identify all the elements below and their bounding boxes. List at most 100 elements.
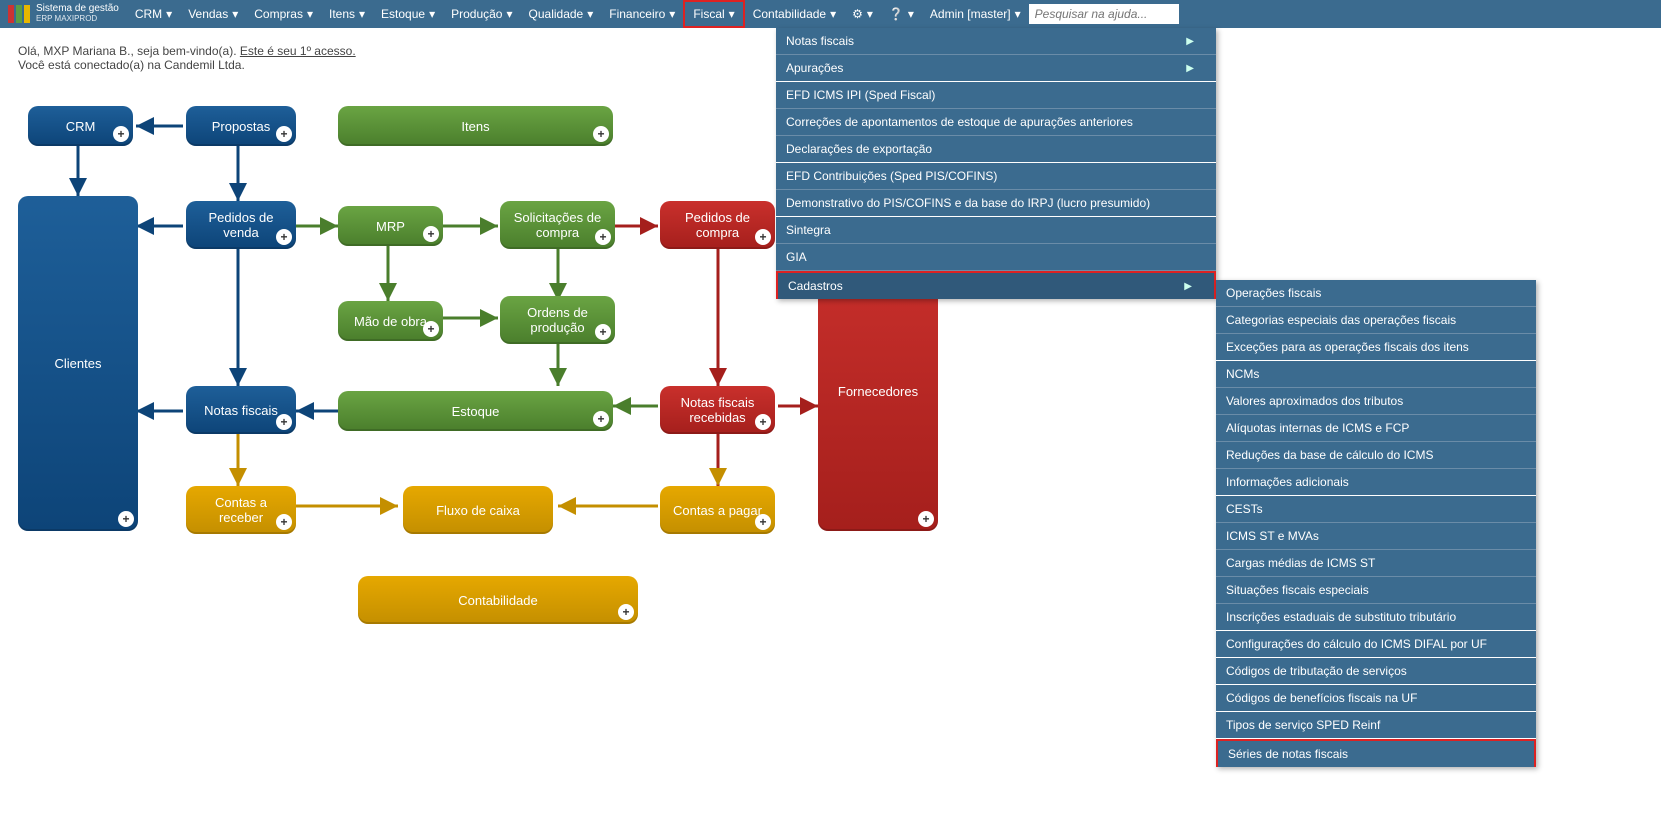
node-ordens-producao[interactable]: Ordens de produção+ bbox=[500, 296, 615, 344]
fiscal-menu-declaracoes[interactable]: Declarações de exportação bbox=[776, 136, 1216, 163]
caret-down-icon: ▾ bbox=[506, 7, 512, 21]
menu-admin[interactable]: Admin [master]▾ bbox=[922, 0, 1029, 28]
plus-icon[interactable]: + bbox=[276, 229, 292, 245]
cadastros-dropdown: Operações fiscais Categorias especiais d… bbox=[1216, 280, 1536, 767]
help-search-input[interactable] bbox=[1029, 4, 1179, 24]
plus-icon[interactable]: + bbox=[276, 414, 292, 430]
cad-inscricoes-estaduais[interactable]: Inscrições estaduais de substituto tribu… bbox=[1216, 604, 1536, 631]
plus-icon[interactable]: + bbox=[918, 511, 934, 527]
menu-settings[interactable]: ⚙▾ bbox=[844, 0, 881, 28]
node-mao-obra[interactable]: Mão de obra+ bbox=[338, 301, 443, 341]
caret-down-icon: ▾ bbox=[1015, 7, 1021, 21]
fiscal-menu-efd-icms[interactable]: EFD ICMS IPI (Sped Fiscal) bbox=[776, 82, 1216, 109]
menu-contabilidade[interactable]: Contabilidade▾ bbox=[745, 0, 844, 28]
node-estoque[interactable]: Estoque+ bbox=[338, 391, 613, 431]
plus-icon[interactable]: + bbox=[593, 126, 609, 142]
cad-cod-beneficios[interactable]: Códigos de benefícios fiscais na UF bbox=[1216, 685, 1536, 712]
help-icon: ❔ bbox=[889, 7, 904, 21]
node-notas-fiscais[interactable]: Notas fiscais+ bbox=[186, 386, 296, 434]
node-crm[interactable]: CRM+ bbox=[28, 106, 133, 146]
menu-help[interactable]: ❔▾ bbox=[881, 0, 922, 28]
cad-cod-tributacao[interactable]: Códigos de tributação de serviços bbox=[1216, 658, 1536, 685]
node-contas-pagar[interactable]: Contas a pagar+ bbox=[660, 486, 775, 534]
fiscal-menu-gia[interactable]: GIA bbox=[776, 244, 1216, 271]
plus-icon[interactable]: + bbox=[593, 411, 609, 427]
chevron-right-icon: ▶ bbox=[1186, 36, 1194, 47]
cad-operacoes-fiscais[interactable]: Operações fiscais bbox=[1216, 280, 1536, 307]
plus-icon[interactable]: + bbox=[595, 324, 611, 340]
node-clientes[interactable]: Clientes+ bbox=[18, 196, 138, 531]
caret-down-icon: ▾ bbox=[232, 7, 238, 21]
menu-producao[interactable]: Produção▾ bbox=[443, 0, 520, 28]
node-contabilidade[interactable]: Contabilidade+ bbox=[358, 576, 638, 624]
cad-cests[interactable]: CESTs bbox=[1216, 496, 1536, 523]
fiscal-menu-demonstrativo[interactable]: Demonstrativo do PIS/COFINS e da base do… bbox=[776, 190, 1216, 217]
node-solicitacoes-compra[interactable]: Solicitações de compra+ bbox=[500, 201, 615, 249]
cad-aliquotas[interactable]: Alíquotas internas de ICMS e FCP bbox=[1216, 415, 1536, 442]
cad-icms-st-mvas[interactable]: ICMS ST e MVAs bbox=[1216, 523, 1536, 550]
node-pedidos-venda[interactable]: Pedidos de venda+ bbox=[186, 201, 296, 249]
fiscal-menu-notas-fiscais[interactable]: Notas fiscais▶ bbox=[776, 28, 1216, 55]
plus-icon[interactable]: + bbox=[423, 321, 439, 337]
logo-icon bbox=[8, 5, 30, 23]
first-access-link[interactable]: Este é seu 1º acesso. bbox=[240, 44, 356, 58]
fiscal-dropdown: Notas fiscais▶ Apurações▶ EFD ICMS IPI (… bbox=[776, 28, 1216, 299]
plus-icon[interactable]: + bbox=[118, 511, 134, 527]
node-fluxo-caixa[interactable]: Fluxo de caixa bbox=[403, 486, 553, 534]
fiscal-menu-cadastros[interactable]: Cadastros▶ bbox=[776, 271, 1216, 299]
plus-icon[interactable]: + bbox=[423, 226, 439, 242]
logo[interactable]: Sistema de gestão ERP MAXIPROD bbox=[0, 4, 127, 24]
logo-line2: ERP MAXIPROD bbox=[36, 14, 119, 24]
menu-compras[interactable]: Compras▾ bbox=[246, 0, 321, 28]
cad-series-nf[interactable]: Séries de notas fiscais bbox=[1216, 739, 1536, 767]
menu-crm[interactable]: CRM▾ bbox=[127, 0, 180, 28]
cad-reducoes[interactable]: Reduções da base de cálculo do ICMS bbox=[1216, 442, 1536, 469]
menu-estoque[interactable]: Estoque▾ bbox=[373, 0, 443, 28]
menu-fiscal[interactable]: Fiscal▾ bbox=[683, 0, 744, 28]
caret-down-icon: ▾ bbox=[359, 7, 365, 21]
fiscal-menu-efd-contrib[interactable]: EFD Contribuições (Sped PIS/COFINS) bbox=[776, 163, 1216, 190]
cad-situacoes-fiscais[interactable]: Situações fiscais especiais bbox=[1216, 577, 1536, 604]
plus-icon[interactable]: + bbox=[595, 229, 611, 245]
caret-down-icon: ▾ bbox=[908, 7, 914, 21]
cad-cargas-medias[interactable]: Cargas médias de ICMS ST bbox=[1216, 550, 1536, 577]
node-contas-receber[interactable]: Contas a receber+ bbox=[186, 486, 296, 534]
menu-financeiro[interactable]: Financeiro▾ bbox=[601, 0, 683, 28]
plus-icon[interactable]: + bbox=[755, 229, 771, 245]
caret-down-icon: ▾ bbox=[429, 7, 435, 21]
logo-line1: Sistema de gestão bbox=[36, 4, 119, 14]
plus-icon[interactable]: + bbox=[755, 414, 771, 430]
cad-categorias-especiais[interactable]: Categorias especiais das operações fisca… bbox=[1216, 307, 1536, 334]
node-itens[interactable]: Itens+ bbox=[338, 106, 613, 146]
node-mrp[interactable]: MRP+ bbox=[338, 206, 443, 246]
cad-valores-tributos[interactable]: Valores aproximados dos tributos bbox=[1216, 388, 1536, 415]
caret-down-icon: ▾ bbox=[669, 7, 675, 21]
main-menu: CRM▾ Vendas▾ Compras▾ Itens▾ Estoque▾ Pr… bbox=[127, 0, 1029, 28]
plus-icon[interactable]: + bbox=[755, 514, 771, 530]
cad-info-adicionais[interactable]: Informações adicionais bbox=[1216, 469, 1536, 496]
menu-vendas[interactable]: Vendas▾ bbox=[180, 0, 246, 28]
node-pedidos-compra[interactable]: Pedidos de compra+ bbox=[660, 201, 775, 249]
fiscal-menu-sintegra[interactable]: Sintegra bbox=[776, 217, 1216, 244]
plus-icon[interactable]: + bbox=[276, 514, 292, 530]
caret-down-icon: ▾ bbox=[867, 7, 873, 21]
gear-icon: ⚙ bbox=[852, 7, 863, 21]
node-nf-recebidas[interactable]: Notas fiscais recebidas+ bbox=[660, 386, 775, 434]
top-navbar: Sistema de gestão ERP MAXIPROD CRM▾ Vend… bbox=[0, 0, 1661, 28]
caret-down-icon: ▾ bbox=[830, 7, 836, 21]
caret-down-icon: ▾ bbox=[729, 7, 735, 21]
node-propostas[interactable]: Propostas+ bbox=[186, 106, 296, 146]
cad-tipos-sped-reinf[interactable]: Tipos de serviço SPED Reinf bbox=[1216, 712, 1536, 739]
fiscal-menu-correcoes[interactable]: Correções de apontamentos de estoque de … bbox=[776, 109, 1216, 136]
caret-down-icon: ▾ bbox=[587, 7, 593, 21]
caret-down-icon: ▾ bbox=[166, 7, 172, 21]
plus-icon[interactable]: + bbox=[276, 126, 292, 142]
menu-qualidade[interactable]: Qualidade▾ bbox=[521, 0, 602, 28]
menu-itens[interactable]: Itens▾ bbox=[321, 0, 373, 28]
cad-ncms[interactable]: NCMs bbox=[1216, 361, 1536, 388]
plus-icon[interactable]: + bbox=[618, 604, 634, 620]
fiscal-menu-apuracoes[interactable]: Apurações▶ bbox=[776, 55, 1216, 82]
cad-config-difal[interactable]: Configurações do cálculo do ICMS DIFAL p… bbox=[1216, 631, 1536, 658]
cad-excecoes[interactable]: Exceções para as operações fiscais dos i… bbox=[1216, 334, 1536, 361]
plus-icon[interactable]: + bbox=[113, 126, 129, 142]
